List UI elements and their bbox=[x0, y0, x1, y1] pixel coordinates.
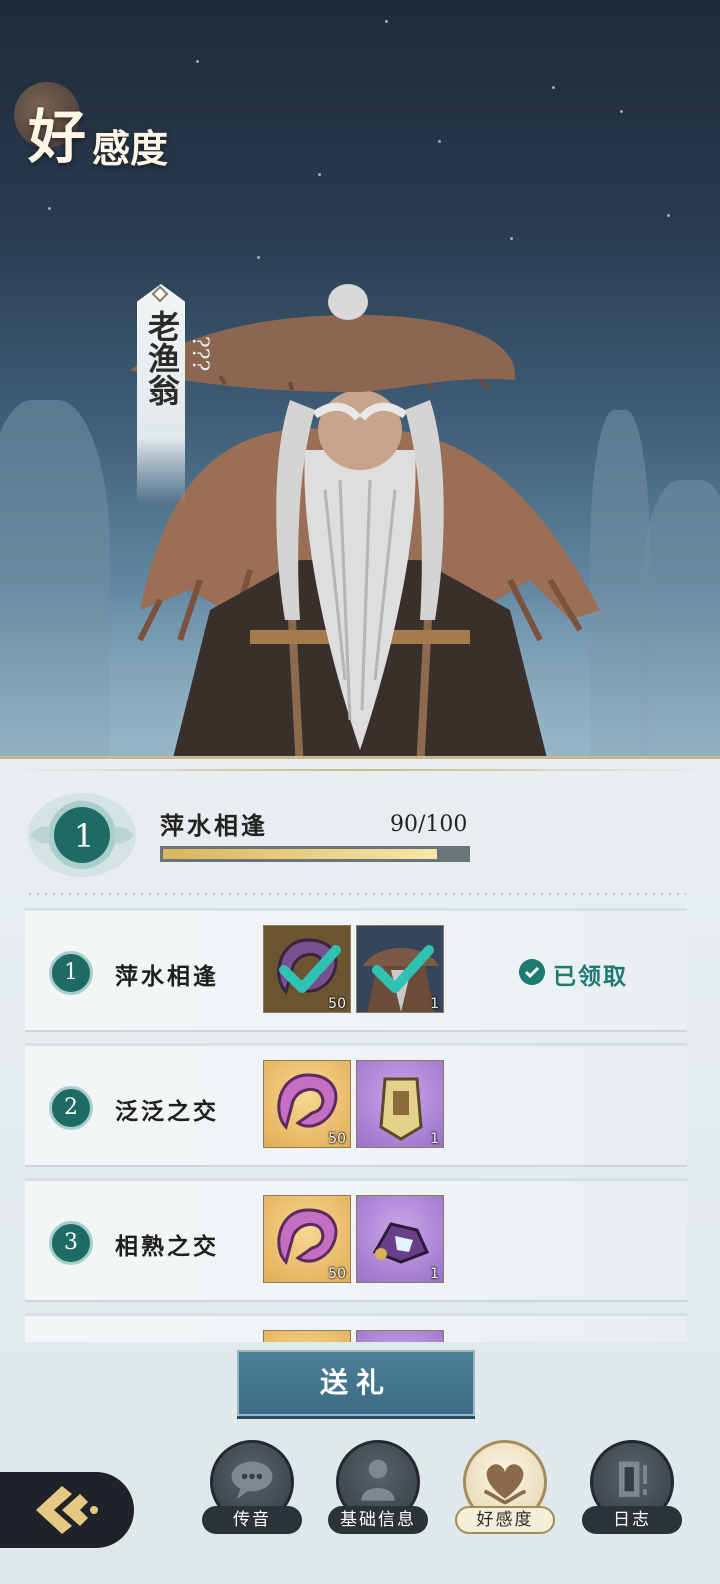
reward-index: 3 bbox=[49, 1221, 93, 1265]
reward-title: 萍水相逢 bbox=[115, 963, 219, 990]
character-name: 老渔翁 bbox=[143, 310, 181, 406]
reward-row: 3 相熟之交 50 1 bbox=[25, 1178, 687, 1300]
affinity-progress-bar bbox=[160, 846, 470, 862]
affinity-progress-fill bbox=[163, 849, 437, 859]
reward-item[interactable]: 50 bbox=[263, 925, 351, 1013]
reward-row bbox=[25, 1313, 687, 1342]
star bbox=[620, 110, 623, 113]
star bbox=[438, 140, 441, 143]
star bbox=[510, 237, 513, 240]
reward-index: 1 bbox=[49, 951, 93, 995]
reward-title: 泛泛之交 bbox=[115, 1098, 219, 1125]
affinity-level-number: 1 bbox=[73, 817, 95, 855]
gift-button[interactable]: 送礼 bbox=[237, 1350, 475, 1416]
star bbox=[667, 214, 670, 217]
reward-item[interactable]: 1 bbox=[356, 1060, 444, 1148]
reward-qty: 50 bbox=[328, 996, 346, 1012]
reward-item[interactable]: 1 bbox=[356, 925, 444, 1013]
nav-label: 传音 bbox=[202, 1506, 302, 1534]
reward-item[interactable]: 50 bbox=[263, 1060, 351, 1148]
reward-qty: 1 bbox=[430, 1266, 439, 1282]
star bbox=[318, 173, 321, 176]
reward-row: 1 萍水相逢 50 1 已领取 bbox=[25, 908, 687, 1030]
back-arrow-icon bbox=[36, 1486, 98, 1534]
reward-list[interactable]: 1 萍水相逢 50 1 已领取 2 泛泛之交 50 1 3 相熟之交 50 1 bbox=[25, 908, 687, 1342]
reward-qty: 1 bbox=[430, 1131, 439, 1147]
reward-item[interactable] bbox=[356, 1330, 444, 1342]
star bbox=[552, 86, 555, 89]
nav-label: 日志 bbox=[582, 1506, 682, 1534]
affinity-level-name: 萍水相逢 bbox=[160, 811, 268, 840]
star bbox=[385, 20, 388, 23]
nav-basic-info[interactable]: 基础信息 bbox=[328, 1440, 428, 1540]
back-button[interactable] bbox=[0, 1472, 134, 1548]
reward-qty: 1 bbox=[430, 996, 439, 1012]
dotted-divider bbox=[26, 893, 686, 895]
reward-qty: 50 bbox=[328, 1131, 346, 1147]
star bbox=[196, 60, 199, 63]
claimed-label: 已领取 bbox=[553, 963, 628, 990]
reward-title: 相熟之交 bbox=[115, 1233, 219, 1260]
star bbox=[48, 207, 51, 210]
title-main: 好 bbox=[28, 103, 87, 171]
title-sub: 感度 bbox=[92, 126, 169, 171]
reward-index: 2 bbox=[49, 1086, 93, 1130]
nav-affinity[interactable]: 好感度 bbox=[455, 1440, 555, 1540]
nav-chat[interactable]: 传音 bbox=[202, 1440, 302, 1540]
reward-item[interactable]: 50 bbox=[263, 1195, 351, 1283]
reward-item[interactable] bbox=[263, 1330, 351, 1342]
check-circle-icon bbox=[519, 959, 545, 985]
unknown-title-marks: ??? bbox=[187, 336, 212, 372]
reward-qty: 50 bbox=[328, 1266, 346, 1282]
star bbox=[257, 256, 260, 259]
nav-label: 好感度 bbox=[455, 1506, 555, 1534]
nav-journal[interactable]: 日志 bbox=[582, 1440, 682, 1540]
affinity-progress-text: 90/100 bbox=[390, 812, 468, 837]
character-scene: 好 感度 老渔翁 ??? bbox=[0, 0, 720, 770]
reward-row: 2 泛泛之交 50 1 bbox=[25, 1043, 687, 1165]
reward-item[interactable]: 1 bbox=[356, 1195, 444, 1283]
nav-label: 基础信息 bbox=[328, 1506, 428, 1534]
